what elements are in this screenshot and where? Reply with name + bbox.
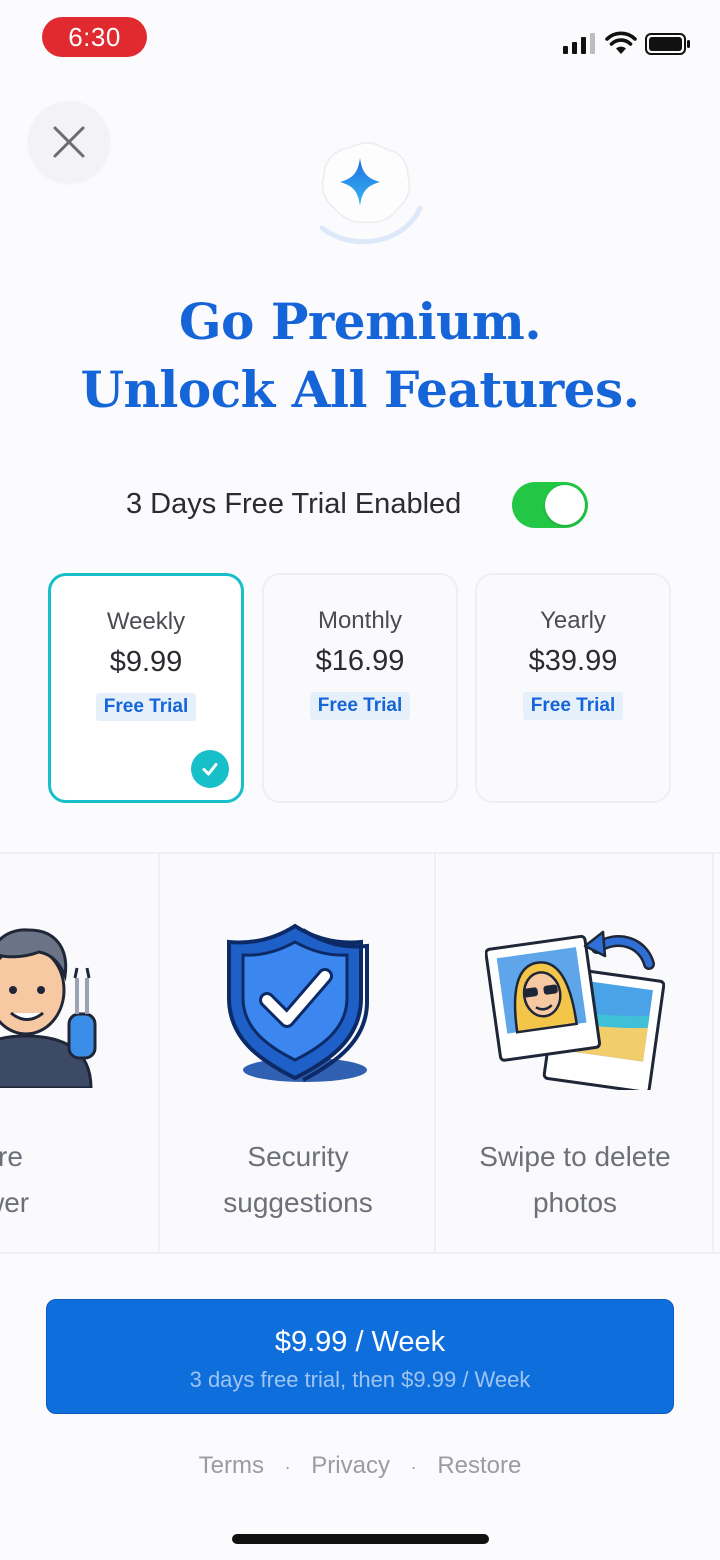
free-trial-tag: Free Trial xyxy=(522,692,624,720)
plan-weekly[interactable]: Weekly $9.99 Free Trial xyxy=(48,573,244,803)
free-trial-row: 3 Days Free Trial Enabled xyxy=(0,480,720,530)
plan-name: Weekly xyxy=(106,608,186,635)
feature-card-security: Security suggestions xyxy=(162,854,436,1252)
plan-name: Monthly xyxy=(317,607,403,634)
plan-monthly[interactable]: Monthly $16.99 Free Trial xyxy=(262,573,458,803)
wifi-icon xyxy=(605,31,637,54)
restore-link[interactable]: Restore xyxy=(437,1452,521,1479)
privacy-link[interactable]: Privacy xyxy=(311,1452,390,1479)
close-button[interactable] xyxy=(28,101,110,183)
subscribe-button-label: $9.99 / Week xyxy=(274,1326,446,1358)
selected-check-icon xyxy=(191,750,229,788)
footer-links: Terms · Privacy · Restore xyxy=(0,1452,720,1480)
feature-card-swipe-delete: Swipe to delete photos xyxy=(438,854,714,1252)
technician-icon xyxy=(0,928,97,1088)
free-trial-tag: Free Trial xyxy=(95,693,197,721)
sparkle-logo-icon xyxy=(319,141,423,245)
feature-card-next xyxy=(716,854,720,1252)
subscribe-button-sublabel: 3 days free trial, then $9.99 / Week xyxy=(189,1367,531,1392)
page-title: Go Premium. Unlock All Features. xyxy=(0,288,720,424)
toggle-knob xyxy=(545,485,585,525)
link-separator: · xyxy=(410,1457,417,1477)
status-time: 6:30 xyxy=(42,17,147,57)
feature-label-line-1: More xyxy=(0,1141,23,1172)
subscribe-button[interactable]: $9.99 / Week 3 days free trial, then $9.… xyxy=(46,1299,674,1414)
feature-label-line-1: Security xyxy=(247,1141,349,1172)
headline-line-1: Go Premium. xyxy=(178,292,542,351)
plan-price: $16.99 xyxy=(315,645,405,677)
terms-link[interactable]: Terms xyxy=(199,1452,264,1479)
plan-price: $39.99 xyxy=(528,645,618,677)
home-indicator[interactable] xyxy=(232,1534,489,1544)
status-bar: 6:30 xyxy=(0,0,720,80)
feature-label-line-1: Swipe to delete xyxy=(479,1141,671,1172)
shield-check-icon xyxy=(227,923,369,1082)
features-carousel[interactable]: More power Security suggestions xyxy=(0,852,720,1254)
feature-label-line-2: photos xyxy=(532,1187,618,1218)
free-trial-tag: Free Trial xyxy=(309,692,411,720)
plan-price: $9.99 xyxy=(109,646,183,678)
free-trial-toggle[interactable] xyxy=(512,482,588,528)
close-icon xyxy=(53,126,85,158)
headline-line-2: Unlock All Features. xyxy=(80,360,640,419)
link-separator: · xyxy=(284,1457,291,1477)
cellular-signal-icon xyxy=(563,32,595,54)
plan-yearly[interactable]: Yearly $39.99 Free Trial xyxy=(475,573,671,803)
plan-name: Yearly xyxy=(540,607,606,634)
feature-card-more-power: More power xyxy=(0,854,160,1252)
photos-swipe-icon xyxy=(485,930,665,1090)
feature-label-line-2: suggestions xyxy=(223,1187,373,1218)
free-trial-label: 3 Days Free Trial Enabled xyxy=(126,488,462,520)
feature-label-line-2: power xyxy=(0,1187,30,1218)
battery-icon xyxy=(645,33,690,55)
